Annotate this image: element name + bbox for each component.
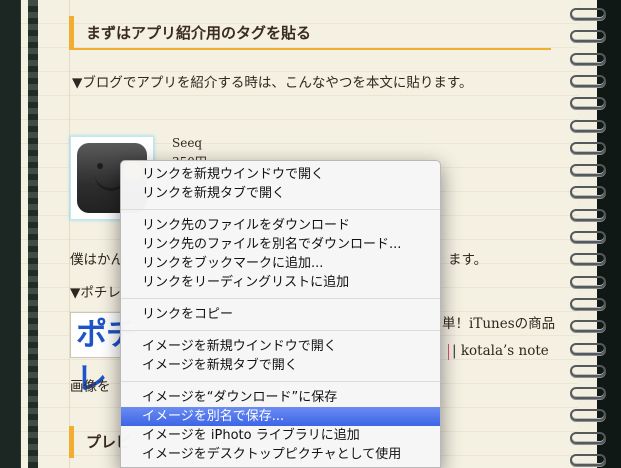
menu-item[interactable]: リンク先のファイルをダウンロード — [121, 216, 440, 235]
spiral-ring — [570, 208, 606, 221]
banner-caption: 単！iTunesの商品 — [442, 316, 556, 332]
spiral-ring — [570, 8, 606, 20]
spiral-ring — [570, 119, 606, 132]
kotala-link[interactable]: | kotala’s note — [452, 343, 549, 359]
spiral-ring — [570, 431, 606, 444]
menu-item[interactable]: イメージを新規ウインドウで開く — [121, 337, 440, 356]
spiral-ring — [570, 342, 606, 355]
menu-item[interactable]: イメージを“ダウンロード”に保存 — [121, 388, 440, 407]
spiral-ring — [570, 30, 606, 43]
spiral-ring — [570, 253, 606, 266]
menu-item[interactable]: イメージを iPhoto ライブラリに追加 — [121, 426, 440, 445]
spiral-ring — [570, 74, 606, 87]
menu-item[interactable]: リンクを新規タブで開く — [121, 184, 440, 203]
menu-item[interactable]: リンクをリーディングリストに追加 — [121, 273, 440, 292]
spiral-ring — [570, 186, 606, 199]
menu-separator — [121, 209, 440, 210]
menu-separator — [121, 330, 440, 331]
menu-item[interactable]: リンクをコピー — [121, 305, 440, 324]
body-text-left: 僕はかん — [70, 252, 124, 268]
menu-separator — [121, 298, 440, 299]
spiral-ring — [570, 97, 606, 110]
menu-item[interactable]: リンク先のファイルを別名でダウンロード... — [121, 235, 440, 254]
divider-mark — [448, 344, 449, 360]
binding-stitch — [28, 0, 38, 468]
context-menu: リンクを新規ウインドウで開く リンクを新規タブで開く リンク先のファイルをダウンロー… — [120, 160, 441, 468]
spiral-ring — [570, 231, 606, 243]
menu-item[interactable]: イメージを新規タブで開く — [121, 356, 440, 375]
spiral-ring — [570, 275, 606, 288]
menu-item[interactable]: イメージを別名で保存... — [121, 407, 440, 426]
menu-item[interactable]: リンクを新規ウインドウで開く — [121, 165, 440, 184]
spiral-ring — [570, 454, 606, 466]
spiral-ring — [570, 364, 606, 377]
image-label: 画像を — [70, 379, 111, 395]
spiral-ring — [570, 164, 606, 177]
spiral-ring — [570, 387, 606, 400]
margin-line — [69, 0, 70, 468]
menu-item[interactable]: リンクをブックマークに追加... — [121, 254, 440, 273]
spiral-ring — [570, 297, 606, 310]
spiral-ring — [570, 409, 606, 422]
app-name-link[interactable]: Seeq — [172, 136, 202, 150]
pochi-label: ▼ポチレ — [70, 285, 121, 301]
intro-text: ▼ブログでアプリを紹介する時は、こんなやつを本文に貼ります。 — [72, 75, 473, 91]
spiral-ring — [570, 320, 606, 333]
eye-left-icon — [97, 163, 103, 169]
spiral-ring — [570, 141, 606, 154]
menu-item[interactable]: イメージをデスクトップピクチャとして使用 — [121, 445, 440, 464]
spiral-ring — [570, 52, 606, 65]
body-text-right: ます。 — [448, 252, 488, 268]
section-heading: まずはアプリ紹介用のタグを貼る — [69, 16, 551, 50]
menu-separator — [121, 381, 440, 382]
